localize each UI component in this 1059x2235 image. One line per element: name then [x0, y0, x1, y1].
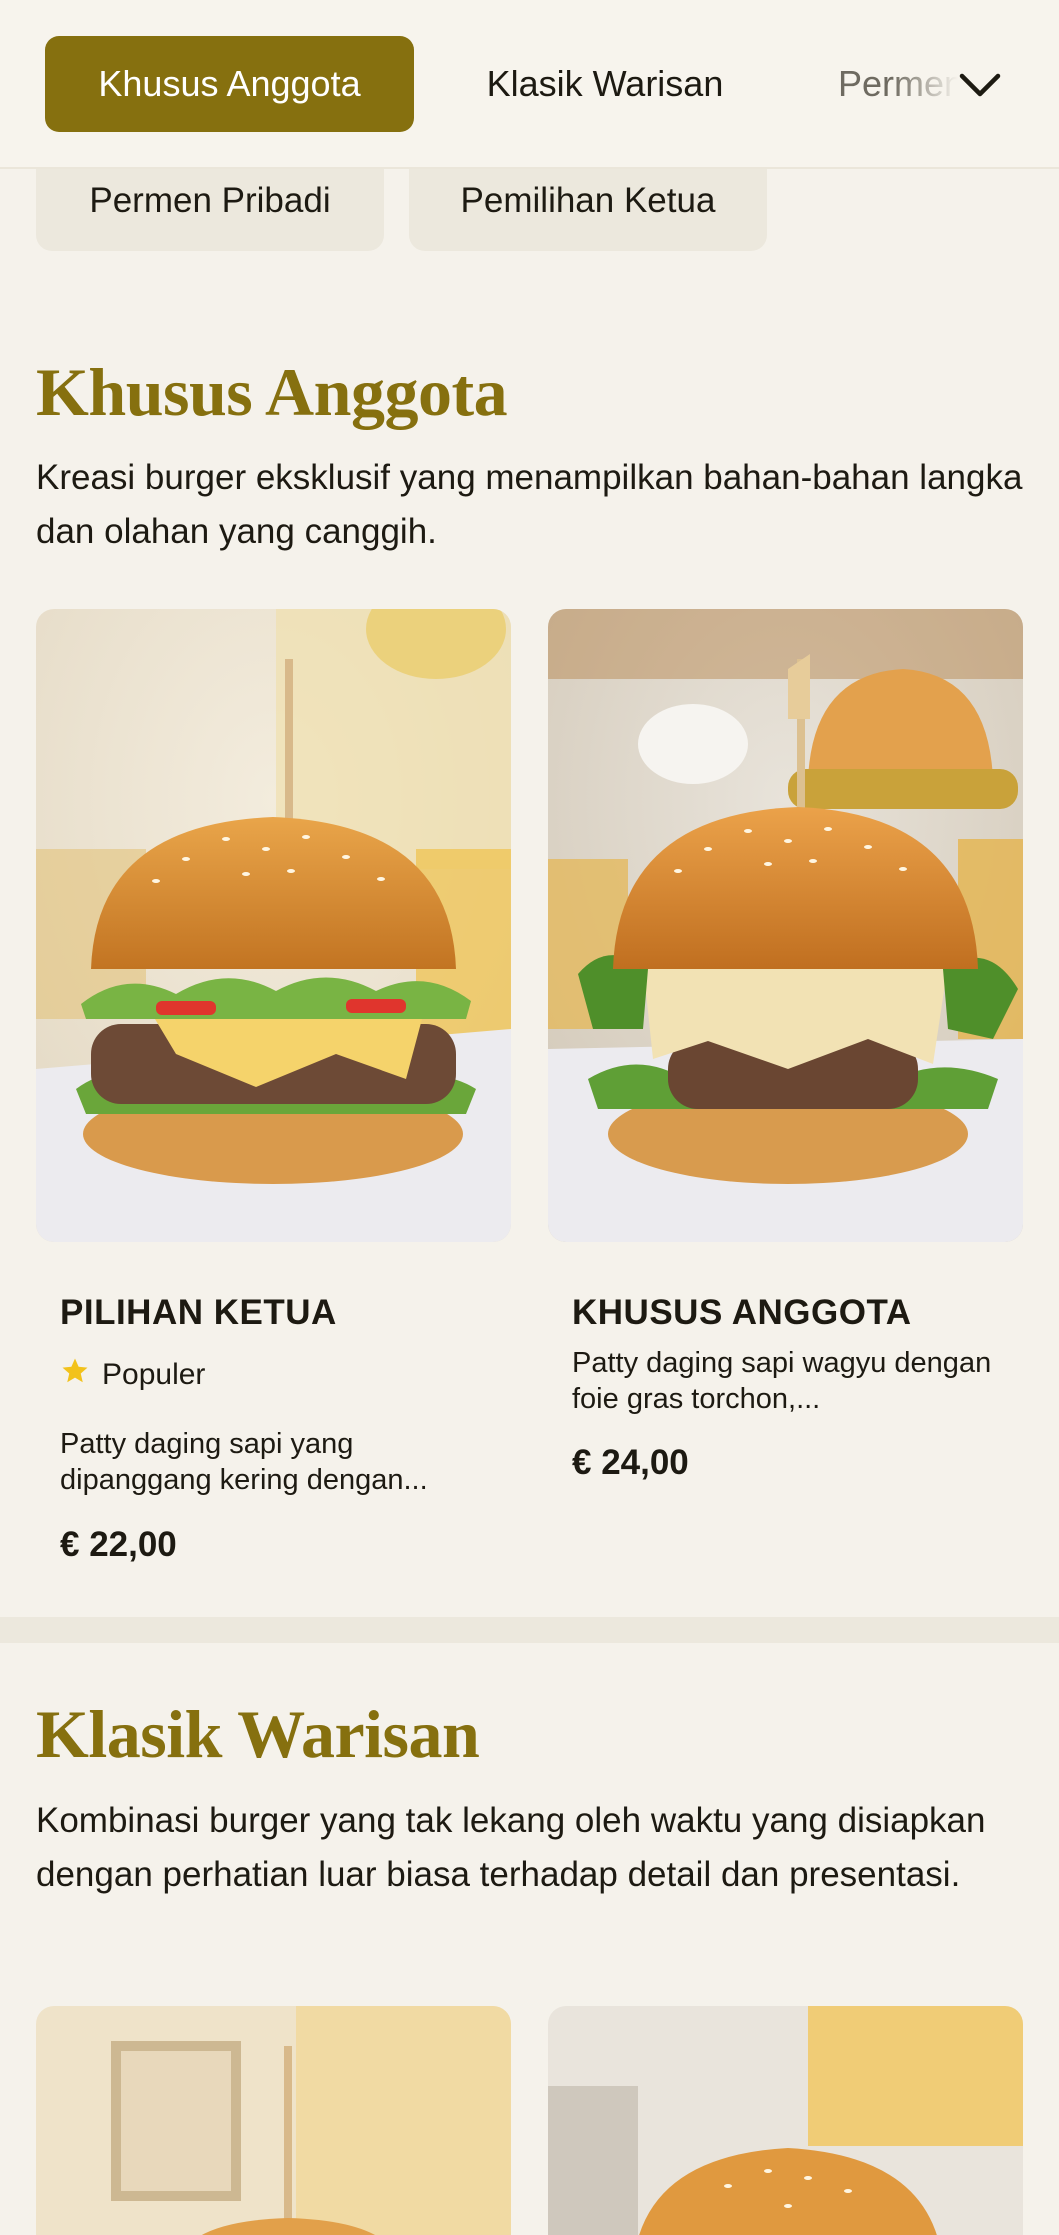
- section-description: Kreasi burger eksklusif yang menampilkan…: [36, 458, 1023, 551]
- tab-khusus-anggota[interactable]: Khusus Anggota: [45, 36, 414, 132]
- burger-image[interactable]: [548, 2006, 1023, 2235]
- section-description: Kombinasi burger yang tak lekang oleh wa…: [36, 1801, 986, 1894]
- item-description: Patty daging sapi wagyu dengan foie gras…: [572, 1347, 992, 1415]
- popular-badge: Populer: [60, 1356, 205, 1394]
- item-name[interactable]: KHUSUS ANGGOTA: [572, 1293, 912, 1333]
- star-icon: [60, 1356, 90, 1394]
- section-title-khusus-anggota: Khusus Anggota: [36, 354, 508, 430]
- burger-image[interactable]: [36, 2006, 511, 2235]
- burger-image-pilihan-ketua[interactable]: [36, 609, 511, 1242]
- item-description: Patty daging sapi yang dipanggang kering…: [60, 1428, 428, 1496]
- tab-label: Pemilihan Ketua: [460, 180, 716, 220]
- badge-label: Populer: [102, 1358, 206, 1391]
- chevron-down-icon[interactable]: [955, 60, 1005, 110]
- item-price: € 24,00: [572, 1443, 689, 1482]
- section-divider: [0, 1617, 1059, 1643]
- burger-image-khusus-anggota[interactable]: [548, 609, 1023, 1242]
- tab-klasik-warisan[interactable]: Klasik Warisan: [462, 36, 748, 132]
- item-price: € 22,00: [60, 1525, 177, 1564]
- category-bar: Khusus Anggota Klasik Warisan Permen Pri…: [0, 0, 1059, 169]
- item-name[interactable]: PILIHAN KETUA: [60, 1293, 337, 1333]
- tab-label: Permen Pribadi: [89, 180, 331, 220]
- section-title-klasik-warisan: Klasik Warisan: [36, 1696, 480, 1772]
- tab-permen-pribadi[interactable]: Permen Pribadi: [838, 36, 958, 132]
